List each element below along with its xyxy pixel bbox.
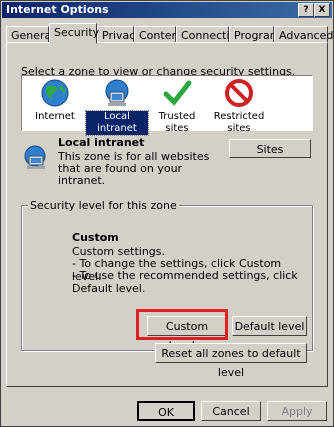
zone-label: Local intranet: [85, 110, 149, 136]
help-button[interactable]: ?: [298, 3, 314, 17]
tab-content[interactable]: Content: [134, 26, 183, 43]
default-level-button[interactable]: Default level: [232, 316, 307, 336]
tab-general[interactable]: General: [6, 26, 54, 43]
ok-button[interactable]: OK: [137, 401, 195, 421]
checkmark-icon: [163, 80, 192, 106]
apply-button[interactable]: Apply: [267, 401, 327, 421]
zone-label: Restricted sites: [213, 111, 265, 134]
zone-info-description: This zone is for all websites that are f…: [58, 150, 210, 187]
tab-privacy[interactable]: Privacy: [97, 26, 142, 43]
no-entry-icon: [225, 79, 253, 107]
zone-local-intranet[interactable]: Local intranet: [85, 78, 149, 136]
zone-restricted-sites[interactable]: Restricted sites: [208, 78, 270, 135]
tab-security[interactable]: Security: [49, 23, 99, 44]
zone-trusted-sites[interactable]: Trusted sites: [146, 78, 208, 135]
cancel-button[interactable]: Cancel: [201, 401, 261, 421]
zone-label: Trusted sites: [158, 111, 196, 134]
tab-connections[interactable]: Connections: [176, 26, 249, 43]
window-title: Internet Options: [6, 3, 109, 16]
title-bar: Internet Options ? X: [2, 2, 332, 18]
group-title: Security level for this zone: [28, 199, 179, 212]
level-name: Custom: [72, 231, 119, 244]
tab-advanced[interactable]: Advanced: [274, 26, 333, 43]
globe-icon: [41, 79, 69, 107]
level-line-3: - To use the recommended settings, click…: [72, 269, 298, 295]
computer-network-icon: [105, 79, 129, 106]
sites-button[interactable]: Sites: [229, 139, 311, 158]
close-button[interactable]: X: [314, 3, 330, 17]
computer-network-icon: [24, 145, 46, 169]
annotation-highlight: [136, 309, 228, 340]
tab-programs[interactable]: Programs: [229, 26, 286, 43]
zone-list: Internet Local intranet Trusted sites Re…: [21, 75, 313, 136]
zone-info-title: Local intranet: [58, 136, 145, 149]
tab-strip: General Security Privacy Content Connect…: [6, 23, 333, 44]
zone-label: Internet: [35, 111, 75, 122]
internet-options-dialog: Internet Options ? X General Security Pr…: [0, 0, 334, 427]
zone-internet[interactable]: Internet: [24, 78, 86, 123]
reset-all-zones-button[interactable]: Reset all zones to default level: [155, 343, 307, 379]
